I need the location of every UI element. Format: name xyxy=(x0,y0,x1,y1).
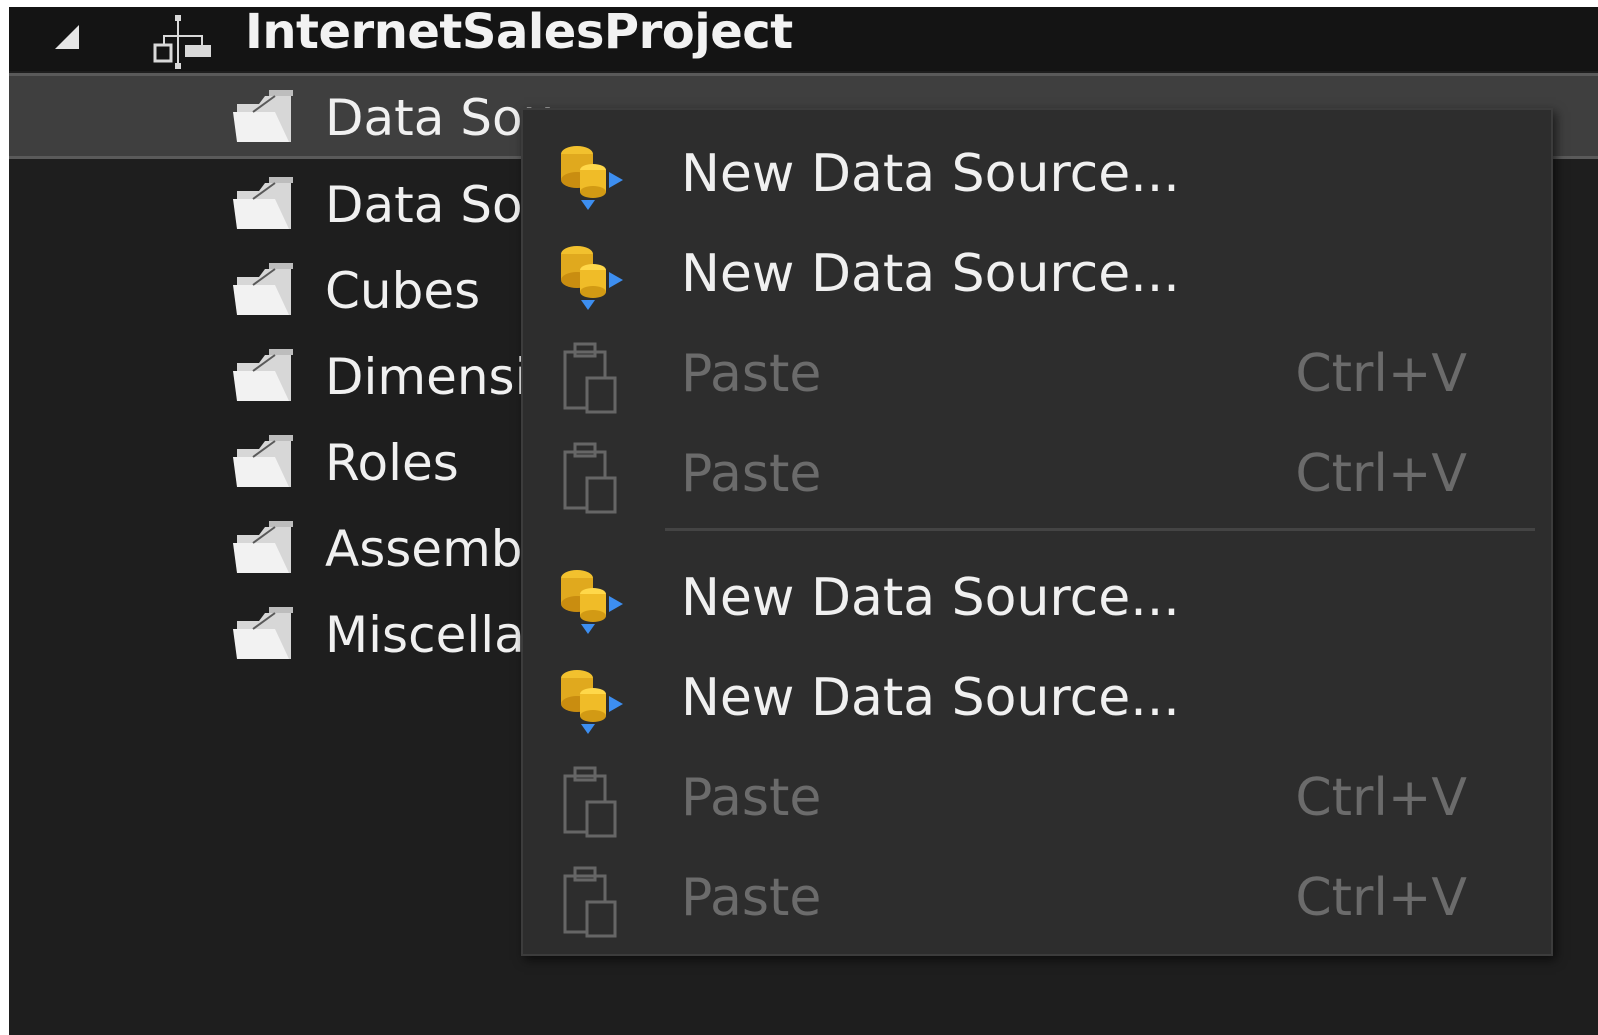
tree-root-row[interactable]: InternetSalesProject xyxy=(9,7,1598,71)
menu-item-shortcut: Ctrl+V xyxy=(1295,768,1467,828)
folder-icon xyxy=(233,607,293,659)
paste-icon xyxy=(563,342,617,414)
menu-item-new-data-source[interactable]: New Data Source... xyxy=(523,648,1551,744)
folder-icon xyxy=(233,90,293,142)
menu-item-paste[interactable]: Paste Ctrl+V xyxy=(523,748,1551,844)
menu-item-paste[interactable]: Paste Ctrl+V xyxy=(523,324,1551,420)
tree-item-label: Assemb xyxy=(325,520,523,578)
menu-item-label: Paste xyxy=(681,444,822,504)
tree-item-label: Roles xyxy=(325,434,459,492)
new-data-source-icon xyxy=(561,570,623,634)
paste-icon xyxy=(563,442,617,514)
menu-item-label: New Data Source... xyxy=(681,568,1180,628)
new-data-source-icon xyxy=(561,246,623,310)
menu-separator xyxy=(665,528,1535,531)
menu-item-label: New Data Source... xyxy=(681,144,1180,204)
menu-item-label: New Data Source... xyxy=(681,244,1180,304)
context-menu: New Data Source... New Data Source... Pa… xyxy=(521,108,1553,956)
project-label[interactable]: InternetSalesProject xyxy=(245,7,793,63)
menu-item-label: Paste xyxy=(681,344,822,404)
menu-item-shortcut: Ctrl+V xyxy=(1295,344,1467,404)
folder-icon xyxy=(233,521,293,573)
new-data-source-icon xyxy=(561,146,623,210)
menu-item-new-data-source[interactable]: New Data Source... xyxy=(523,224,1551,320)
menu-item-new-data-source[interactable]: New Data Source... xyxy=(523,548,1551,644)
solution-explorer-panel: InternetSalesProject Data Sou Data Sou C… xyxy=(9,7,1598,1035)
collapse-triangle-icon[interactable] xyxy=(49,19,83,53)
tree-item-label: Miscella xyxy=(325,606,525,664)
folder-icon xyxy=(233,263,293,315)
menu-item-label: Paste xyxy=(681,768,822,828)
menu-item-paste[interactable]: Paste Ctrl+V xyxy=(523,424,1551,520)
project-icon xyxy=(153,15,211,69)
tree-item-label: Dimensi xyxy=(325,348,529,406)
folder-icon xyxy=(233,349,293,401)
tree-item-label: Cubes xyxy=(325,262,481,320)
paste-icon xyxy=(563,866,617,938)
paste-icon xyxy=(563,766,617,838)
tree-item-label: Data Sou xyxy=(325,89,555,147)
menu-item-shortcut: Ctrl+V xyxy=(1295,868,1467,928)
folder-icon xyxy=(233,177,293,229)
menu-item-label: Paste xyxy=(681,868,822,928)
new-data-source-icon xyxy=(561,670,623,734)
menu-item-label: New Data Source... xyxy=(681,668,1180,728)
menu-item-new-data-source[interactable]: New Data Source... xyxy=(523,124,1551,220)
folder-icon xyxy=(233,435,293,487)
tree-item-label: Data Sou xyxy=(325,176,555,234)
menu-item-shortcut: Ctrl+V xyxy=(1295,444,1467,504)
menu-item-paste[interactable]: Paste Ctrl+V xyxy=(523,848,1551,944)
